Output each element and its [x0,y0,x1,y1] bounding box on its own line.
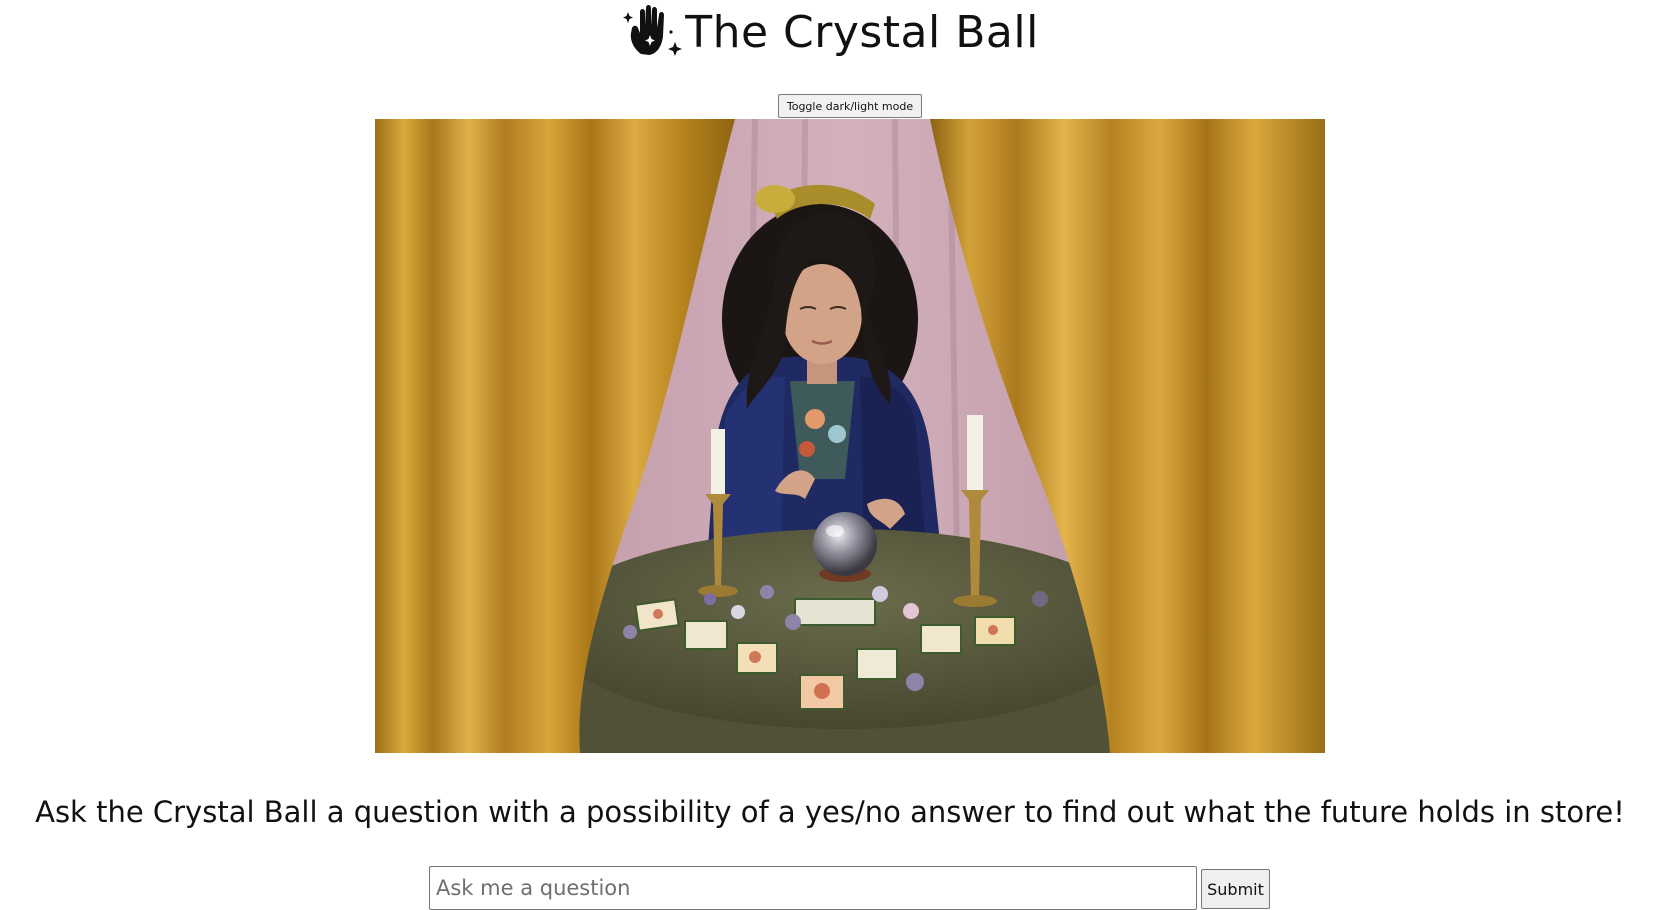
toggle-dark-light-button[interactable]: Toggle dark/light mode [778,94,922,118]
hand-sparkles-icon [623,5,683,56]
fortune-teller-image [375,119,1325,753]
question-input[interactable] [429,866,1197,910]
instruction-text: Ask the Crystal Ball a question with a p… [35,795,1625,829]
page-title: The Crystal Ball [685,7,1039,58]
submit-button[interactable]: Submit [1201,869,1270,909]
page-header: The Crystal Ball [0,0,1660,66]
